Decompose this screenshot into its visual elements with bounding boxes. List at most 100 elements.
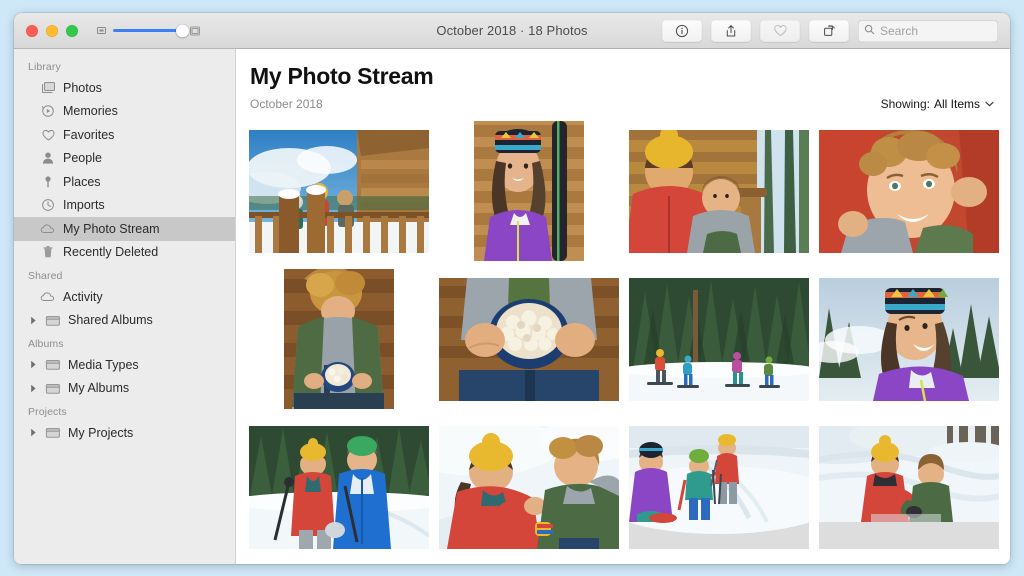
subheader-row: October 2018 Showing: All Items (250, 97, 994, 111)
sidebar-item-label: Media Types (68, 358, 139, 372)
photo-thumbnail[interactable] (819, 426, 999, 549)
sidebar-item-activity[interactable]: Activity (14, 285, 235, 309)
photo-thumbnail[interactable] (284, 269, 394, 409)
cloud-icon (40, 291, 56, 303)
photo-cell[interactable] (629, 121, 809, 261)
photos-window: October 2018 · 18 Photos Search (14, 13, 1010, 564)
search-field[interactable]: Search (858, 20, 998, 42)
photo-thumbnail[interactable] (249, 426, 429, 549)
sidebar-item-label: Favorites (63, 128, 114, 142)
sidebar-item-shared-albums[interactable]: Shared Albums (14, 309, 235, 333)
sidebar-section-header: Shared (14, 264, 235, 285)
photo-thumbnail[interactable] (629, 130, 809, 253)
photo-cell[interactable] (249, 417, 429, 557)
photo-thumbnail[interactable] (439, 426, 619, 549)
photo-cell[interactable] (249, 269, 429, 409)
main-content: My Photo Stream October 2018 Showing: Al… (236, 49, 1010, 564)
sidebar-item-label: My Projects (68, 426, 133, 440)
zoom-button[interactable] (66, 25, 78, 37)
disclosure-triangle-icon[interactable] (28, 316, 38, 325)
photo-cell[interactable] (249, 121, 429, 261)
sidebar-item-my-photo-stream[interactable]: My Photo Stream (14, 217, 235, 241)
chevron-down-icon (985, 99, 994, 109)
folder-icon (45, 382, 61, 395)
sidebar-item-my-albums[interactable]: My Albums (14, 377, 235, 401)
folder-icon (45, 314, 61, 327)
sidebar-item-favorites[interactable]: Favorites (14, 123, 235, 147)
photo-cell[interactable] (629, 269, 809, 409)
sidebar-item-label: My Albums (68, 381, 129, 395)
photo-cell[interactable] (819, 269, 999, 409)
disclosure-triangle-icon[interactable] (28, 428, 38, 437)
sidebar-item-memories[interactable]: Memories (14, 100, 235, 124)
sidebar-item-label: Recently Deleted (63, 245, 158, 259)
sidebar-item-imports[interactable]: Imports (14, 194, 235, 218)
sidebar-item-label: My Photo Stream (63, 222, 160, 236)
content-header: My Photo Stream October 2018 Showing: Al… (248, 49, 996, 111)
memories-icon (40, 104, 56, 118)
showing-value: All Items (934, 97, 980, 111)
favorite-button[interactable] (760, 20, 800, 42)
folder-icon (45, 426, 61, 439)
sidebar-item-photos[interactable]: Photos (14, 76, 235, 100)
info-button[interactable] (662, 20, 702, 42)
content-date: October 2018 (250, 97, 323, 111)
sidebar-item-label: Memories (63, 104, 118, 118)
share-button[interactable] (711, 20, 751, 42)
photo-cell[interactable] (629, 417, 809, 557)
photo-thumbnail[interactable] (629, 278, 809, 401)
sidebar-item-label: Places (63, 175, 101, 189)
sidebar-item-label: Photos (63, 81, 102, 95)
sidebar-item-media-types[interactable]: Media Types (14, 353, 235, 377)
sidebar-item-recently-deleted[interactable]: Recently Deleted (14, 241, 235, 265)
photo-cell[interactable] (439, 121, 619, 261)
toolbar-right-cluster: Search (662, 20, 998, 42)
photo-thumbnail[interactable] (249, 130, 429, 253)
showing-dropdown[interactable]: Showing: All Items (881, 97, 994, 111)
search-icon (864, 22, 875, 40)
sidebar-section-header: Projects (14, 400, 235, 421)
rotate-button[interactable] (809, 20, 849, 42)
photo-cell[interactable] (819, 121, 999, 261)
sidebar-item-label: Imports (63, 198, 105, 212)
sidebar-item-label: Activity (63, 290, 103, 304)
showing-label: Showing: (881, 97, 930, 111)
sidebar-item-label: People (63, 151, 102, 165)
photo-thumbnail[interactable] (629, 426, 809, 549)
sidebar-section-header: Albums (14, 332, 235, 353)
small-thumbnail-icon (96, 25, 107, 36)
sidebar: Library Photos Memories Favorites People Plac… (14, 49, 236, 564)
photos-icon (40, 81, 56, 94)
pin-icon (40, 175, 56, 189)
minimize-button[interactable] (46, 25, 58, 37)
window-titlebar: October 2018 · 18 Photos Search (14, 13, 1010, 49)
close-button[interactable] (26, 25, 38, 37)
photo-thumbnail[interactable] (819, 278, 999, 401)
page-title: My Photo Stream (250, 63, 994, 90)
traffic-lights (26, 25, 78, 37)
sidebar-item-label: Shared Albums (68, 313, 153, 327)
photo-cell[interactable] (439, 417, 619, 557)
zoom-slider-knob[interactable] (176, 24, 189, 37)
trash-icon (40, 245, 56, 259)
large-thumbnail-icon (189, 25, 201, 37)
sidebar-item-people[interactable]: People (14, 147, 235, 171)
photo-cell[interactable] (439, 269, 619, 409)
photo-thumbnail[interactable] (474, 121, 584, 261)
photo-thumbnail[interactable] (819, 130, 999, 253)
sidebar-item-places[interactable]: Places (14, 170, 235, 194)
disclosure-triangle-icon[interactable] (28, 360, 38, 369)
photo-thumbnail[interactable] (439, 278, 619, 401)
sidebar-item-my-projects[interactable]: My Projects (14, 421, 235, 445)
clock-icon (40, 198, 56, 212)
zoom-slider-track[interactable] (113, 29, 183, 32)
sidebar-section-header: Library (14, 55, 235, 76)
disclosure-triangle-icon[interactable] (28, 384, 38, 393)
photo-grid (248, 121, 996, 557)
thumbnail-zoom-slider[interactable] (96, 25, 201, 37)
cloud-icon (40, 223, 56, 235)
folder-icon (45, 358, 61, 371)
search-input[interactable]: Search (880, 24, 918, 38)
heart-icon (40, 128, 56, 142)
photo-cell[interactable] (819, 417, 999, 557)
